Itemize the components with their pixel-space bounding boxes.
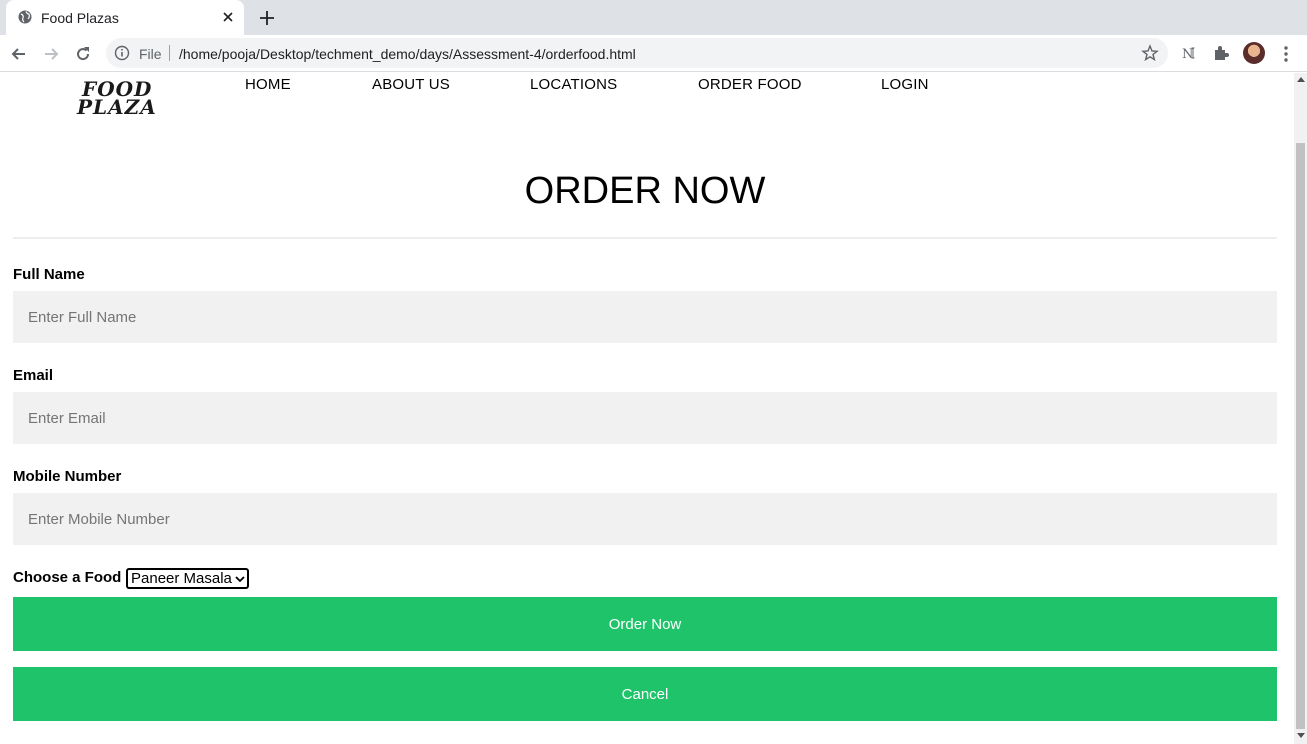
choose-food-label: Choose a Food <box>13 569 122 586</box>
nav-home[interactable]: HOME <box>245 76 291 93</box>
chevron-down-icon <box>235 576 245 583</box>
tab-title: Food Plazas <box>41 10 119 26</box>
info-icon[interactable] <box>114 45 130 61</box>
food-plaza-logo[interactable]: FOOD PLAZA <box>70 73 160 125</box>
extension-n-icon[interactable]: N <box>1180 43 1200 63</box>
scroll-up-arrow-icon[interactable] <box>1297 77 1305 82</box>
scheme-label: File <box>139 46 162 62</box>
email-label: Email <box>13 367 54 384</box>
food-select[interactable]: Paneer Masala <box>126 568 249 589</box>
mobile-number-input[interactable] <box>13 493 1277 545</box>
address-bar[interactable]: File /home/pooja/Desktop/techment_demo/d… <box>106 38 1168 68</box>
scrollbar-thumb[interactable] <box>1296 143 1305 729</box>
mobile-number-label: Mobile Number <box>13 468 122 485</box>
url-text[interactable]: /home/pooja/Desktop/techment_demo/days/A… <box>179 46 636 62</box>
order-now-button[interactable]: Order Now <box>13 597 1277 651</box>
page-viewport: FOOD PLAZA HOME ABOUT US LOCATIONS ORDER… <box>0 73 1294 744</box>
close-tab-icon[interactable] <box>220 9 236 25</box>
logo-line-2: PLAZA <box>77 95 157 119</box>
divider <box>13 237 1277 239</box>
food-select-value: Paneer Masala <box>131 570 232 587</box>
page-scrollbar[interactable] <box>1294 73 1307 744</box>
svg-text:N: N <box>1182 47 1193 62</box>
scroll-down-arrow-icon[interactable] <box>1297 733 1305 738</box>
browser-toolbar: File /home/pooja/Desktop/techment_demo/d… <box>0 35 1307 72</box>
address-separator <box>169 45 170 61</box>
tab-strip: Food Plazas <box>0 0 1307 35</box>
profile-avatar[interactable] <box>1243 42 1265 64</box>
extensions-puzzle-icon[interactable] <box>1211 43 1231 63</box>
full-name-input[interactable] <box>13 291 1277 343</box>
nav-order-food[interactable]: ORDER FOOD <box>698 76 802 93</box>
reload-icon[interactable] <box>73 44 93 64</box>
full-name-label: Full Name <box>13 266 85 283</box>
back-arrow-icon[interactable] <box>9 44 29 64</box>
new-tab-icon[interactable] <box>258 9 276 27</box>
nav-locations[interactable]: LOCATIONS <box>530 76 617 93</box>
browser-tab[interactable]: Food Plazas <box>6 0 244 35</box>
browser-menu-icon[interactable] <box>1280 44 1292 64</box>
nav-about-us[interactable]: ABOUT US <box>372 76 450 93</box>
nav-login[interactable]: LOGIN <box>881 76 929 93</box>
bookmark-star-icon[interactable] <box>1141 44 1159 62</box>
page-title: ORDER NOW <box>524 170 766 212</box>
forward-arrow-icon[interactable] <box>41 44 61 64</box>
globe-icon <box>18 10 32 24</box>
email-input[interactable] <box>13 392 1277 444</box>
cancel-button[interactable]: Cancel <box>13 667 1277 721</box>
